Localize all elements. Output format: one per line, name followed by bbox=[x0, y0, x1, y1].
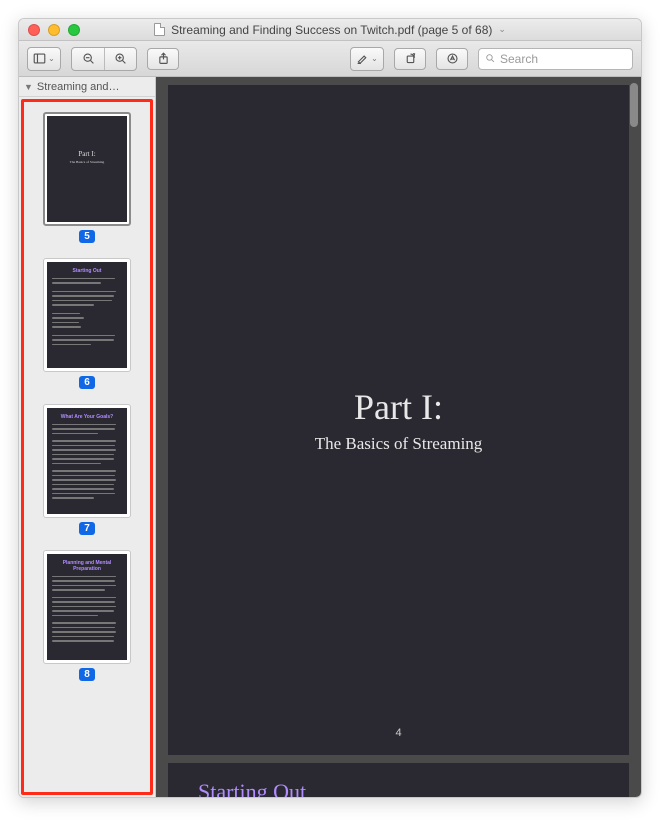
thumbnail-page-6[interactable]: Starting Out 6 bbox=[24, 248, 150, 394]
share-button[interactable] bbox=[147, 48, 179, 70]
page-title: Part I: bbox=[354, 386, 443, 428]
zoom-out-button[interactable] bbox=[72, 48, 104, 70]
markup-toolbar-button[interactable] bbox=[436, 48, 468, 70]
page-number-badge: 8 bbox=[79, 668, 95, 681]
markup-icon bbox=[446, 52, 459, 65]
thumbnail-page-8[interactable]: Planning and Mental Preparation 8 bbox=[24, 540, 150, 686]
thumb-heading: What Are Your Goals? bbox=[52, 414, 122, 420]
page-number-badge: 6 bbox=[79, 376, 95, 389]
markup-group: ⌄ bbox=[350, 47, 384, 71]
thumbnail-page-5[interactable]: Part I: The Basics of Streaming 5 bbox=[24, 102, 150, 248]
chevron-down-icon: ⌄ bbox=[498, 24, 506, 35]
dropdown-caret-icon: ⌄ bbox=[371, 54, 378, 63]
toolbar: ⌄ ⌄ Search bbox=[19, 41, 641, 77]
zoom-in-icon bbox=[114, 52, 127, 65]
page-subtitle: The Basics of Streaming bbox=[315, 434, 483, 454]
rotate-button[interactable] bbox=[394, 48, 426, 70]
search-placeholder: Search bbox=[500, 52, 538, 66]
share-icon bbox=[157, 52, 170, 65]
content-body: ▼ Streaming and… Part I: The Basics of S… bbox=[19, 77, 641, 797]
document-viewport[interactable]: Part I: The Basics of Streaming 4 Starti… bbox=[156, 77, 641, 797]
preview-window: Streaming and Finding Success on Twitch.… bbox=[18, 18, 642, 798]
rotate-icon bbox=[404, 52, 417, 65]
highlight-button[interactable]: ⌄ bbox=[351, 48, 383, 70]
page-number: 4 bbox=[168, 727, 629, 739]
zoom-in-button[interactable] bbox=[104, 48, 136, 70]
view-mode-group: ⌄ bbox=[27, 47, 61, 71]
thumb-subtitle: The Basics of Streaming bbox=[52, 160, 122, 164]
sidebar-icon bbox=[33, 52, 46, 65]
thumb-title: Part I: bbox=[52, 150, 122, 158]
thumb-heading: Starting Out bbox=[52, 268, 122, 274]
thumbnails-list: Part I: The Basics of Streaming 5 Starti… bbox=[21, 99, 153, 795]
thumbnails-sidebar: ▼ Streaming and… Part I: The Basics of S… bbox=[19, 77, 156, 797]
window-title[interactable]: Streaming and Finding Success on Twitch.… bbox=[19, 23, 641, 37]
page-5: Part I: The Basics of Streaming 4 bbox=[168, 85, 629, 755]
marker-icon bbox=[356, 52, 369, 65]
sidebar-toggle-button[interactable]: ⌄ bbox=[28, 48, 60, 70]
document-icon bbox=[154, 23, 165, 36]
zoom-out-icon bbox=[82, 52, 95, 65]
window-title-text: Streaming and Finding Success on Twitch.… bbox=[171, 23, 492, 37]
titlebar: Streaming and Finding Success on Twitch.… bbox=[19, 19, 641, 41]
thumb-heading: Planning and Mental Preparation bbox=[52, 560, 122, 572]
sidebar-title: Streaming and… bbox=[37, 81, 120, 93]
vertical-scrollbar[interactable] bbox=[626, 77, 641, 797]
search-icon bbox=[485, 53, 496, 64]
search-field[interactable]: Search bbox=[478, 48, 633, 70]
disclosure-triangle-icon: ▼ bbox=[24, 82, 33, 92]
sidebar-header[interactable]: ▼ Streaming and… bbox=[19, 77, 155, 97]
scrollbar-thumb[interactable] bbox=[630, 83, 638, 127]
page-number-badge: 5 bbox=[79, 230, 95, 243]
page-number-badge: 7 bbox=[79, 522, 95, 535]
page-6: Starting Out New broadcasters have a cha… bbox=[168, 763, 629, 797]
zoom-group bbox=[71, 47, 137, 71]
thumbnail-page-7[interactable]: What Are Your Goals? 7 bbox=[24, 394, 150, 540]
section-heading: Starting Out bbox=[198, 779, 599, 797]
dropdown-caret-icon: ⌄ bbox=[48, 54, 55, 63]
